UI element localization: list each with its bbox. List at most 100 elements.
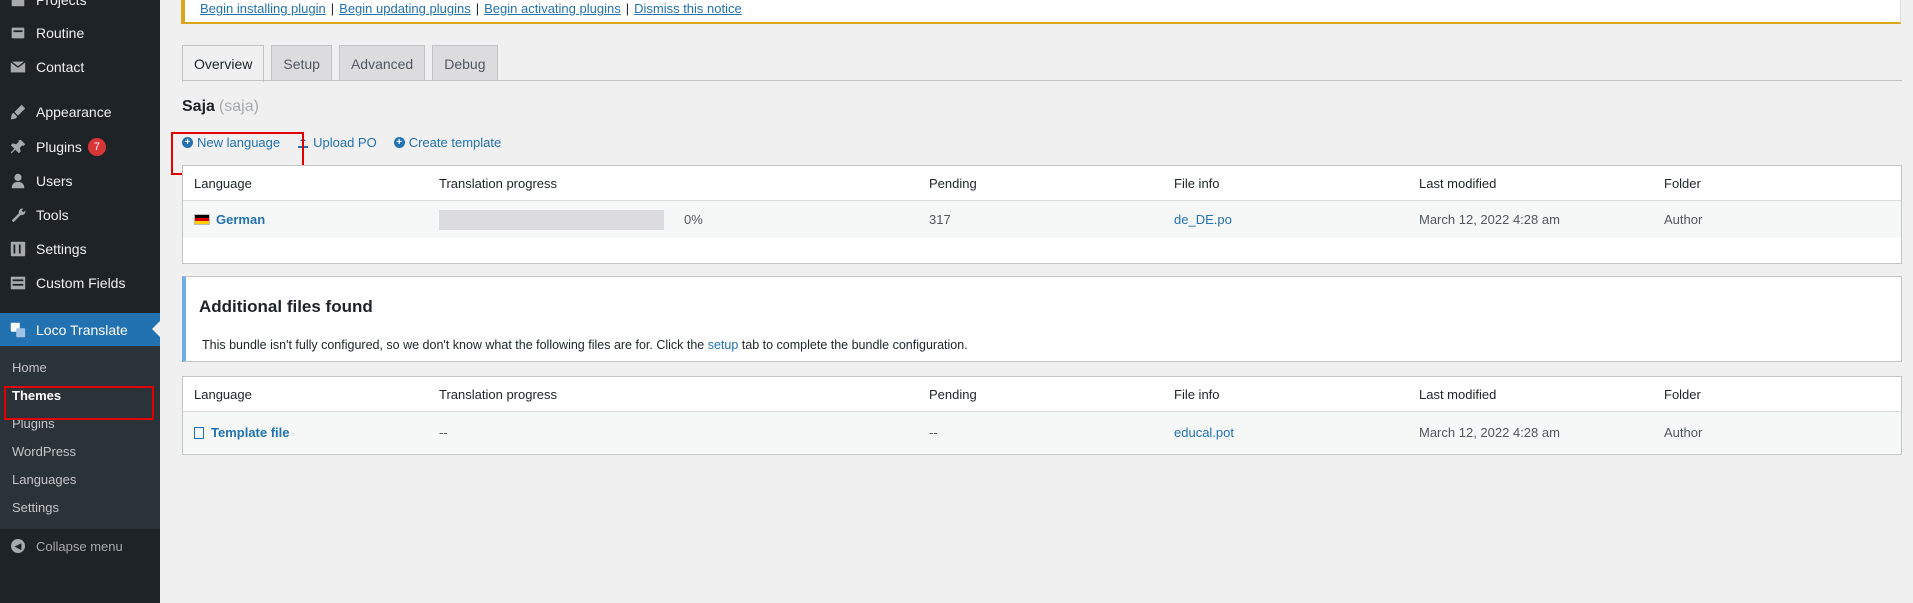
file-info-cell: de_DE.po — [1174, 201, 1232, 238]
plugin-icon — [0, 138, 36, 156]
language-name: German — [216, 212, 266, 227]
collapse-icon: ◀ — [0, 539, 36, 553]
column-header-last-modified[interactable]: Last modified — [1419, 166, 1496, 200]
current-menu-arrow — [152, 321, 160, 337]
sidebar-item-label: Tools — [36, 207, 69, 223]
progress-percent: 0% — [684, 212, 703, 227]
file-link[interactable]: de_DE.po — [1174, 212, 1232, 227]
last-modified: March 12, 2022 4:28 am — [1419, 212, 1560, 227]
submenu-item-home[interactable]: Home — [12, 360, 47, 375]
routine-icon — [0, 24, 36, 42]
additional-files-callout: Additional files found This bundle isn't… — [182, 276, 1902, 362]
tab-debug[interactable]: Debug — [432, 45, 498, 81]
file-link[interactable]: educal.pot — [1174, 425, 1234, 440]
sidebar-item-tools[interactable]: Tools — [0, 199, 160, 231]
sidebar-item-label: Contact — [36, 59, 85, 75]
notice-separator: | — [625, 1, 630, 16]
language-cell: German — [194, 201, 265, 238]
column-header-last-modified[interactable]: Last modified — [1419, 377, 1496, 411]
sidebar-item-label: Appearance — [36, 104, 112, 120]
column-header-pending[interactable]: Pending — [929, 166, 977, 200]
tab-overview[interactable]: Overview — [182, 45, 265, 82]
template-file-label: Template file — [211, 425, 290, 440]
dismiss-notice-link[interactable]: Dismiss this notice — [634, 1, 742, 16]
collapse-menu-button[interactable]: ◀ Collapse menu — [0, 533, 160, 559]
sidebar-item-appearance[interactable]: Appearance — [0, 96, 160, 128]
callout-text-before: This bundle isn't fully configured, so w… — [202, 338, 708, 352]
folder: Author — [1664, 212, 1703, 227]
column-header-progress[interactable]: Translation progress — [439, 377, 557, 411]
sidebar-item-label: Plugins — [36, 139, 82, 155]
column-header-folder[interactable]: Folder — [1664, 377, 1701, 411]
file-info-cell: educal.pot — [1174, 412, 1234, 453]
begin-installing-plugin-link[interactable]: Begin installing plugin — [200, 1, 326, 16]
sidebar-item-label: Custom Fields — [36, 275, 126, 291]
bundle-tabs: Overview Setup Advanced Debug — [182, 45, 505, 82]
sidebar-item-custom-fields[interactable]: Custom Fields — [0, 267, 160, 299]
tab-setup[interactable]: Setup — [271, 45, 332, 81]
sidebar-item-routine[interactable]: Routine — [0, 17, 160, 49]
template-files-table: Language Translation progress Pending Fi… — [182, 376, 1902, 455]
sidebar-item-loco-translate[interactable]: Loco Translate — [0, 313, 160, 347]
template-file-link[interactable]: Template file — [194, 425, 290, 440]
translations-table: Language Translation progress Pending Fi… — [182, 165, 1902, 264]
create-template-label: Create template — [408, 135, 502, 150]
sidebar-item-label: Routine — [36, 25, 85, 41]
column-header-folder[interactable]: Folder — [1664, 166, 1701, 200]
tabs-divider — [182, 80, 1902, 81]
document-icon — [194, 426, 204, 439]
notice-separator: | — [475, 1, 480, 16]
admin-sidebar: Projects Routine Contact Appearance Plug… — [0, 0, 160, 603]
bundle-name: Saja — [182, 98, 215, 115]
german-flag-icon — [194, 214, 210, 225]
progress-cell: -- — [439, 425, 448, 440]
sidebar-item-label: Users — [36, 173, 73, 189]
submenu-item-settings[interactable]: Settings — [12, 500, 59, 515]
callout-text-after: tab to complete the bundle configuration… — [738, 338, 968, 352]
upload-po-label: Upload PO — [313, 135, 377, 150]
bundle-title: Saja (saja) — [182, 98, 259, 116]
custom-fields-icon — [0, 274, 36, 292]
sidebar-item-contact[interactable]: Contact — [0, 51, 160, 83]
sidebar-item-label: Settings — [36, 241, 87, 257]
notice-separator: | — [330, 1, 335, 16]
column-header-pending[interactable]: Pending — [929, 377, 977, 411]
last-modified: March 12, 2022 4:28 am — [1419, 425, 1560, 440]
table-row: Template file -- -- educal.pot March 12,… — [183, 412, 1901, 453]
sidebar-item-projects[interactable]: Projects — [0, 0, 160, 16]
sidebar-item-settings[interactable]: Settings — [0, 233, 160, 265]
sidebar-item-users[interactable]: Users — [0, 165, 160, 197]
table-header: Language Translation progress Pending Fi… — [183, 377, 1901, 412]
column-header-language[interactable]: Language — [194, 166, 252, 200]
create-template-button[interactable]: + Create template — [393, 135, 502, 150]
paintbrush-icon — [0, 103, 36, 121]
setup-link[interactable]: setup — [708, 338, 739, 352]
submenu-item-languages[interactable]: Languages — [12, 472, 76, 487]
progress-cell: 0% — [439, 201, 703, 238]
sidebar-item-plugins[interactable]: Plugins 7 — [0, 131, 160, 163]
collapse-label: Collapse menu — [36, 538, 123, 554]
sidebar-item-label: Loco Translate — [36, 322, 128, 338]
users-icon — [0, 172, 36, 190]
plus-circle-icon: + — [393, 137, 405, 148]
begin-updating-plugins-link[interactable]: Begin updating plugins — [339, 1, 471, 16]
tab-advanced[interactable]: Advanced — [338, 45, 426, 81]
column-header-progress[interactable]: Translation progress — [439, 166, 557, 200]
submenu-item-wordpress[interactable]: WordPress — [12, 444, 76, 459]
pending-count: 317 — [929, 212, 951, 227]
column-header-file-info[interactable]: File info — [1174, 166, 1220, 200]
language-link-german[interactable]: German — [194, 212, 265, 227]
upload-po-button[interactable]: Upload PO — [297, 135, 377, 150]
loco-submenu: Home Themes Plugins WordPress Languages … — [0, 346, 160, 529]
bundle-slug: (saja) — [218, 98, 259, 115]
wrench-icon — [0, 206, 36, 224]
begin-activating-plugins-link[interactable]: Begin activating plugins — [484, 1, 621, 16]
column-header-language[interactable]: Language — [194, 377, 252, 411]
pending-count: -- — [929, 425, 938, 440]
folder: Author — [1664, 425, 1703, 440]
callout-text: This bundle isn't fully configured, so w… — [202, 338, 968, 352]
table-row: German 0% 317 de_DE.po March 12, 2022 4:… — [183, 201, 1901, 238]
callout-title: Additional files found — [199, 297, 373, 316]
mail-icon — [0, 58, 36, 76]
column-header-file-info[interactable]: File info — [1174, 377, 1220, 411]
